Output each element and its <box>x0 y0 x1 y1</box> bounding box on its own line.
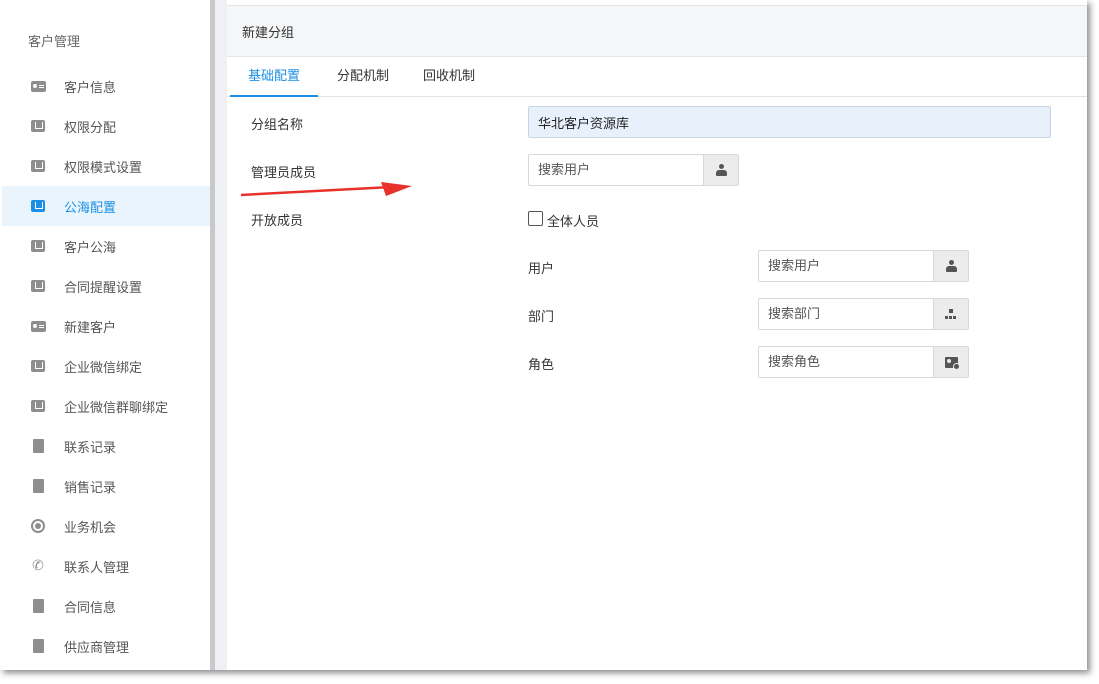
sidebar-item-label: 合同提醒设置 <box>64 280 143 296</box>
panel-title: 新建分组 <box>227 6 1087 57</box>
sidebar-item-label: 权限分配 <box>64 120 117 136</box>
tab-recycle-mechanism[interactable]: 回收机制 <box>408 57 490 97</box>
tab-assign-mechanism[interactable]: 分配机制 <box>318 57 408 97</box>
tab-basic-config[interactable]: 基础配置 <box>230 57 318 97</box>
box-icon <box>30 239 46 253</box>
window: 客户管理 客户信息 权限分配 权限模式设置 公海配置 客户公海 合同提醒设置 新… <box>0 0 1087 670</box>
admin-members-label: 管理员成员 <box>251 166 317 181</box>
sidebar-item-label: 合同信息 <box>64 600 117 616</box>
box-icon <box>30 159 46 173</box>
sidebar-item-sales-records[interactable]: 销售记录 <box>2 466 210 506</box>
role-card-icon <box>944 356 960 370</box>
sidebar-item-label: 客户公海 <box>64 240 117 256</box>
box-icon <box>30 359 46 373</box>
sidebar-item-contact-records[interactable]: 联系记录 <box>2 426 210 466</box>
sidebar-item-customer-info[interactable]: 客户信息 <box>2 66 210 106</box>
group-name-label: 分组名称 <box>251 118 304 133</box>
sidebar-item-public-pool-config[interactable]: 公海配置 <box>2 186 210 226</box>
sidebar-title: 客户管理 <box>28 35 81 50</box>
sidebar-item-label: 联系记录 <box>64 440 117 456</box>
sidebar-item-label: 业务机会 <box>64 520 117 536</box>
sidebar-item-label: 权限模式设置 <box>64 160 143 176</box>
admin-search-field <box>528 154 739 186</box>
sidebar-item-permission-assign[interactable]: 权限分配 <box>2 106 210 146</box>
target-icon <box>30 519 46 533</box>
sidebar-item-wecom-group-bind[interactable]: 企业微信群聊绑定 <box>2 386 210 426</box>
new-group-panel: 新建分组 基础配置 分配机制 回收机制 分组名称 管理员成员 开放成员 全体人员 <box>227 5 1087 670</box>
box-icon <box>30 119 46 133</box>
group-name-input[interactable] <box>529 107 1050 137</box>
contract-icon <box>30 599 46 613</box>
sidebar-item-label: 公海配置 <box>64 200 117 216</box>
sidebar-item-contract-reminder[interactable]: 合同提醒设置 <box>2 266 210 306</box>
box-icon <box>30 279 46 293</box>
document-icon <box>30 439 46 453</box>
open-members-label: 开放成员 <box>251 214 304 229</box>
select-user-button[interactable] <box>933 251 968 281</box>
tab-bar: 基础配置 分配机制 回收机制 <box>227 57 1087 97</box>
department-search-input[interactable] <box>759 299 933 329</box>
department-label: 部门 <box>528 310 555 325</box>
org-chart-icon <box>945 308 957 320</box>
sidebar-item-label: 联系人管理 <box>64 560 130 576</box>
box-icon <box>30 399 46 413</box>
sidebar-item-label: 供应商管理 <box>64 640 130 656</box>
sidebar-item-contracts[interactable]: 合同信息 <box>2 586 210 626</box>
role-search-field <box>758 346 969 378</box>
sidebar-item-wecom-bind[interactable]: 企业微信绑定 <box>2 346 210 386</box>
user-icon <box>715 164 727 176</box>
sidebar-item-label: 企业微信绑定 <box>64 360 143 376</box>
panel-gutter <box>215 0 227 670</box>
select-role-button[interactable] <box>933 347 968 377</box>
sidebar-item-new-customer[interactable]: 新建客户 <box>2 306 210 346</box>
sidebar: 客户管理 客户信息 权限分配 权限模式设置 公海配置 客户公海 合同提醒设置 新… <box>0 0 210 670</box>
department-search-field <box>758 298 969 330</box>
phone-icon: ✆ <box>32 558 44 574</box>
user-icon <box>945 260 957 272</box>
admin-search-input[interactable] <box>529 155 703 185</box>
user-search-input[interactable] <box>759 251 933 281</box>
contact-card-icon <box>30 79 46 93</box>
contact-card-icon <box>30 319 46 333</box>
box-icon <box>30 199 46 213</box>
annotation-arrow <box>241 182 412 197</box>
role-search-input[interactable] <box>759 347 933 377</box>
select-department-button[interactable] <box>933 299 968 329</box>
sidebar-item-contacts[interactable]: ✆ 联系人管理 <box>2 546 210 586</box>
sidebar-item-suppliers[interactable]: 供应商管理 <box>2 626 210 666</box>
group-name-field[interactable] <box>528 106 1051 138</box>
sidebar-item-label: 新建客户 <box>64 320 117 336</box>
supplier-icon <box>30 639 46 653</box>
user-label: 用户 <box>528 262 555 277</box>
user-search-field <box>758 250 969 282</box>
sidebar-item-opportunities[interactable]: 业务机会 <box>2 506 210 546</box>
sidebar-item-label: 销售记录 <box>64 480 117 496</box>
document-icon <box>30 479 46 493</box>
all-members-label: 全体人员 <box>547 215 600 230</box>
sidebar-item-label: 客户信息 <box>64 80 117 96</box>
all-members-checkbox[interactable] <box>528 211 543 226</box>
sidebar-item-label: 企业微信群聊绑定 <box>64 400 169 416</box>
role-label: 角色 <box>528 358 555 373</box>
sidebar-item-customer-pool[interactable]: 客户公海 <box>2 226 210 266</box>
sidebar-item-permission-mode[interactable]: 权限模式设置 <box>2 146 210 186</box>
select-user-button[interactable] <box>703 155 738 185</box>
